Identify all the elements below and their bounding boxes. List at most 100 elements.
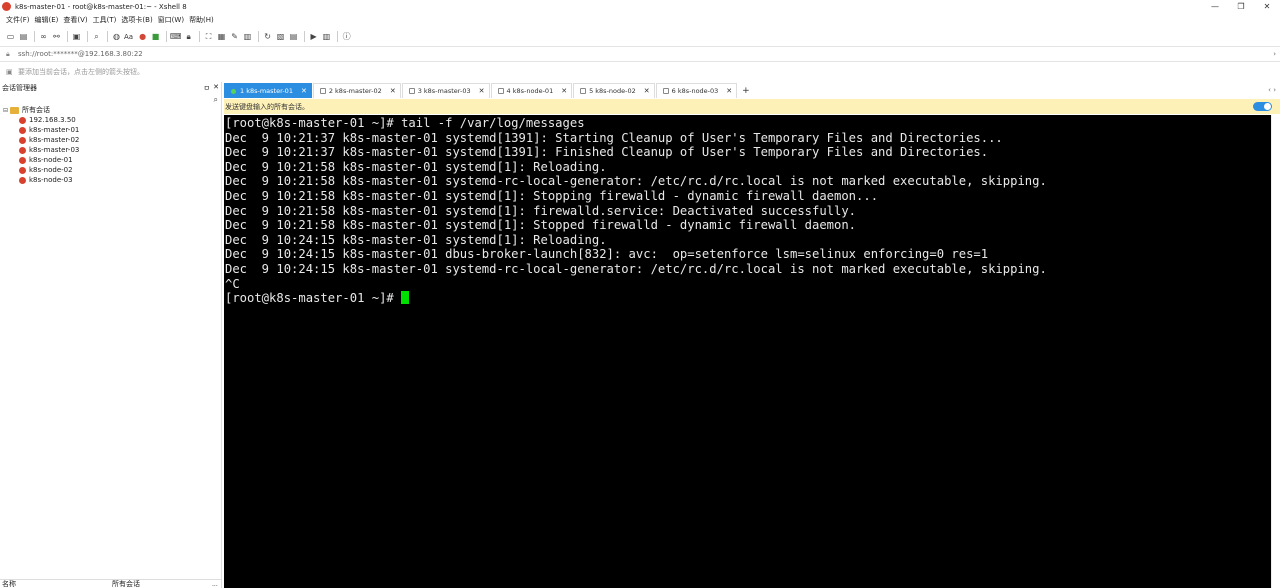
close-icon[interactable]: ✕ (726, 87, 732, 95)
session-item[interactable]: k8s-node-02 (3, 165, 221, 175)
xftp-icon[interactable]: ● (137, 31, 148, 42)
session-item[interactable]: k8s-node-03 (3, 175, 221, 185)
tab-label: 3 k8s-master-03 (417, 87, 471, 95)
tab-k8s-node-03[interactable]: 6 k8s-node-03 ✕ (655, 83, 738, 98)
session-manager-panel: 会话管理器 ㅁ ✕ ⌕ ⊟ 所有会话 192.168.3.50 k8s-mast… (0, 82, 222, 588)
close-window-button[interactable]: ✕ (1254, 0, 1280, 13)
collapse-icon[interactable]: ⊟ (3, 107, 10, 114)
tile-icon[interactable]: ▥ (321, 31, 332, 42)
session-manager-header: 会话管理器 ㅁ ✕ (0, 82, 221, 94)
session-manager-footer: 名称 所有会话 ... (0, 579, 222, 588)
tab-label: 5 k8s-node-02 (589, 87, 636, 95)
chevron-right-icon[interactable]: › (1273, 50, 1276, 58)
open-folder-icon[interactable]: ▤ (18, 31, 29, 42)
refresh-icon[interactable]: ↻ (262, 31, 273, 42)
close-icon[interactable]: ✕ (644, 87, 650, 95)
footer-value: 所有会话 (112, 580, 140, 588)
session-manager-title: 会话管理器 (2, 84, 37, 92)
terminal-line: Dec 9 10:24:15 k8s-master-01 systemd[1]:… (225, 232, 607, 247)
terminal-line: ^C (225, 276, 240, 291)
font-button[interactable]: Aa (124, 33, 133, 41)
session-tab-icon (319, 88, 326, 94)
send-to-all-bar: 发送键盘输入的所有会话。 (224, 99, 1280, 114)
session-item[interactable]: k8s-master-02 (3, 135, 221, 145)
properties-icon[interactable]: ▣ (71, 31, 82, 42)
session-label: 192.168.3.50 (29, 116, 76, 124)
link-icon[interactable]: ∞ (38, 31, 49, 42)
tab-k8s-master-01[interactable]: 1 k8s-master-01 ✕ (224, 83, 312, 98)
session-label: k8s-node-02 (29, 166, 73, 174)
close-icon[interactable]: ✕ (479, 87, 485, 95)
session-label: k8s-master-03 (29, 146, 80, 154)
menu-tabs[interactable]: 选项卡(B) (121, 15, 152, 25)
tab-k8s-master-03[interactable]: 3 k8s-master-03 ✕ (401, 83, 490, 98)
script-icon[interactable]: ▥ (242, 31, 253, 42)
send-to-all-text: 发送键盘输入的所有会话。 (225, 102, 309, 111)
close-icon[interactable]: ✕ (390, 87, 396, 95)
layout-icon[interactable]: ▦ (216, 31, 227, 42)
terminal-line: Dec 9 10:21:58 k8s-master-01 systemd[1]:… (225, 159, 607, 174)
close-icon[interactable]: ✕ (561, 87, 567, 95)
split-icon[interactable]: ▧ (275, 31, 286, 42)
tab-label: 2 k8s-master-02 (328, 87, 382, 95)
tab-k8s-node-02[interactable]: 5 k8s-node-02 ✕ (573, 83, 655, 98)
close-icon[interactable]: ✕ (301, 87, 307, 95)
session-item[interactable]: k8s-master-01 (3, 125, 221, 135)
terminal-line: Dec 9 10:21:58 k8s-master-01 systemd[1]:… (225, 188, 879, 203)
menu-tools[interactable]: 工具(T) (93, 15, 117, 25)
terminal-line: Dec 9 10:21:58 k8s-master-01 systemd-rc-… (225, 174, 1047, 189)
compose-icon[interactable]: ✎ (229, 31, 240, 42)
hint-bar: ▣ 要添加当前会话，点击左侧的箭头按钮。 (0, 63, 1280, 81)
maximize-button[interactable]: ❐ (1228, 0, 1254, 13)
tree-root-all-sessions[interactable]: ⊟ 所有会话 (3, 105, 221, 115)
session-label: k8s-master-02 (29, 136, 80, 144)
address-input[interactable]: ssh://root:*******@192.168.3.80:22 (18, 50, 143, 58)
keyboard-icon[interactable]: ⌨ (170, 31, 182, 42)
menu-file[interactable]: 文件(F) (6, 15, 30, 25)
help-icon[interactable]: ⓘ (341, 31, 352, 42)
menu-view[interactable]: 查看(V) (63, 15, 87, 25)
toolbar-separator (166, 31, 168, 42)
terminal-scrollbar[interactable] (1271, 115, 1280, 588)
tab-k8s-node-01[interactable]: 4 k8s-node-01 ✕ (490, 83, 573, 98)
session-item[interactable]: k8s-node-01 (3, 155, 221, 165)
search-icon[interactable]: ⌕ (214, 95, 218, 105)
toolbar-separator (67, 31, 68, 42)
session-label: k8s-node-01 (29, 156, 73, 164)
toolbar-separator (87, 31, 88, 42)
terminal-screen[interactable]: [root@k8s-master-01 ~]# tail -f /var/log… (224, 115, 1271, 588)
new-tab-button[interactable]: + (742, 86, 750, 96)
globe-icon[interactable]: ◍ (111, 31, 122, 42)
pin-icon[interactable]: ㅁ (204, 83, 210, 93)
bookmark-icon[interactable]: ▣ (6, 68, 14, 76)
toolbar-separator (199, 31, 201, 42)
new-session-icon[interactable]: ▭ (5, 31, 16, 42)
terminal-line: [root@k8s-master-01 ~]# tail -f /var/log… (225, 116, 585, 130)
tab-label: 4 k8s-node-01 (506, 87, 554, 95)
menu-window[interactable]: 窗口(W) (158, 15, 184, 25)
unlink-icon[interactable]: ⚯ (51, 31, 62, 42)
fullscreen-icon[interactable]: ⛶ (203, 31, 214, 42)
minimize-button[interactable]: — (1202, 0, 1228, 13)
session-icon (19, 116, 26, 124)
menu-edit[interactable]: 编辑(E) (35, 15, 59, 25)
lock-icon[interactable]: 🔒︎ (183, 31, 194, 42)
tab-k8s-master-02[interactable]: 2 k8s-master-02 ✕ (312, 83, 401, 98)
transfer-icon[interactable]: ■ (150, 31, 161, 42)
notes-icon[interactable]: ▤ (288, 31, 299, 42)
session-icon (19, 146, 26, 154)
session-label: k8s-master-01 (29, 126, 80, 134)
menu-bar: 文件(F) 编辑(E) 查看(V) 工具(T) 选项卡(B) 窗口(W) 帮助(… (0, 13, 1280, 26)
tab-scroll-arrows[interactable]: ‹ › (1268, 86, 1276, 94)
terminal-icon[interactable]: ▶ (308, 31, 319, 42)
search-icon[interactable]: ⌕ (91, 31, 102, 42)
terminal-line: Dec 9 10:21:58 k8s-master-01 systemd[1]:… (225, 203, 857, 218)
session-item[interactable]: k8s-master-03 (3, 145, 221, 155)
session-item[interactable]: 192.168.3.50 (3, 115, 221, 125)
footer-more-button[interactable]: ... (212, 581, 222, 588)
close-icon[interactable]: ✕ (213, 83, 219, 91)
tab-bar: 1 k8s-master-01 ✕ 2 k8s-master-02 ✕ 3 k8… (224, 82, 1280, 98)
toolbar: ▭ ▤ ∞ ⚯ ▣ ⌕ ◍ Aa ● ■ ⌨ 🔒︎ ⛶ ▦ ✎ ▥ ↻ ▧ ▤ … (0, 28, 1280, 45)
send-to-all-toggle[interactable] (1253, 102, 1272, 111)
menu-help[interactable]: 帮助(H) (189, 15, 214, 25)
